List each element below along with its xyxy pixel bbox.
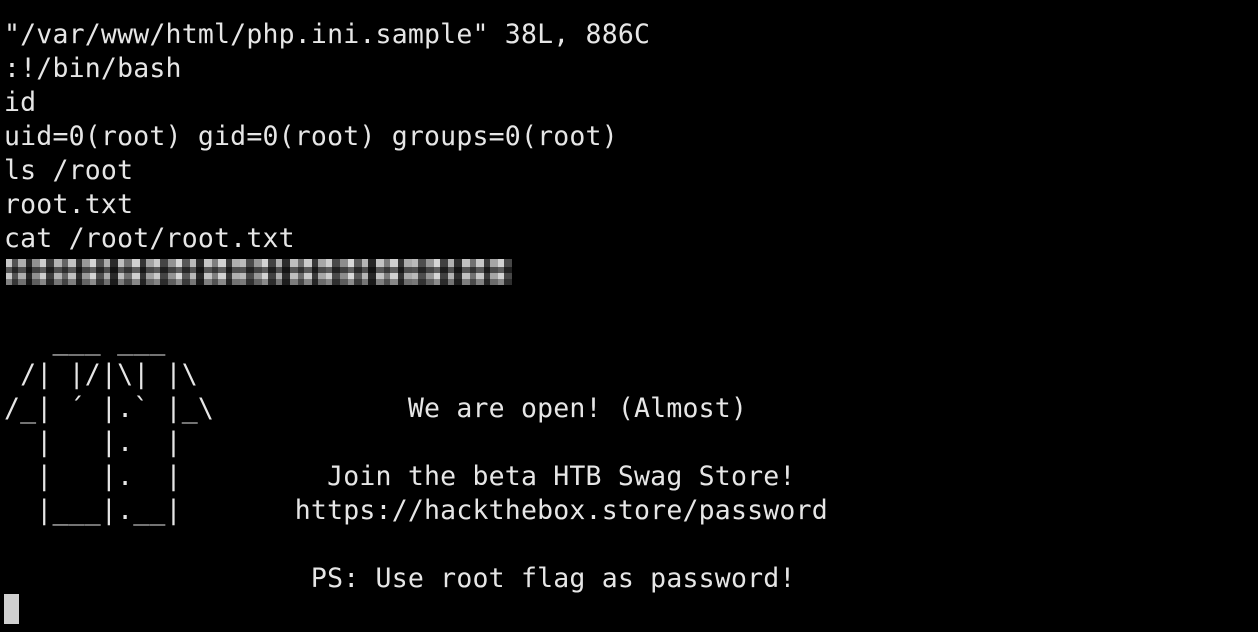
banner-line: ___ ___ bbox=[4, 325, 166, 356]
banner-line: |___|.__| https://hackthebox.store/passw… bbox=[4, 495, 828, 526]
command-line: ls /root bbox=[4, 155, 134, 186]
command-line: id bbox=[4, 87, 37, 118]
command-line: :!/bin/bash bbox=[4, 53, 182, 84]
banner-line: PS: Use root flag as password! bbox=[4, 563, 796, 594]
redacted-root-flag bbox=[6, 259, 512, 285]
terminal-window[interactable]: "/var/www/html/php.ini.sample" 38L, 886C… bbox=[0, 0, 1258, 632]
vim-file-status-line: "/var/www/html/php.ini.sample" 38L, 886C bbox=[4, 19, 651, 50]
banner-line: /| |/|\| |\ bbox=[4, 359, 198, 390]
banner-line: | |. | Join the beta HTB Swag Store! bbox=[4, 461, 796, 492]
command-line: cat /root/root.txt bbox=[4, 223, 295, 254]
banner-line: /_| ´ |.` |_\ We are open! (Almost) bbox=[4, 393, 748, 424]
output-line: root.txt bbox=[4, 189, 134, 220]
banner-line: | |. | bbox=[4, 427, 182, 458]
output-line: uid=0(root) gid=0(root) groups=0(root) bbox=[4, 121, 618, 152]
terminal-cursor bbox=[4, 594, 19, 624]
